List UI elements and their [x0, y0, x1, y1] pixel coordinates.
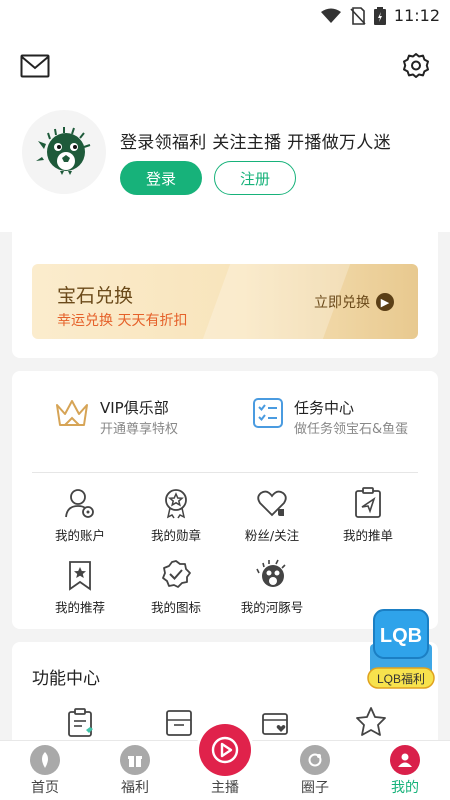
- battery-icon: [373, 6, 386, 25]
- task-center-subtitle: 做任务领宝石&鱼蛋: [294, 422, 409, 437]
- fans-follow-label: 粉丝/关注: [244, 528, 300, 543]
- my-account-label: 我的账户: [54, 528, 105, 543]
- crown-icon: [56, 400, 88, 426]
- exchange-now-button[interactable]: 立即兑换 ▶: [314, 292, 394, 312]
- inbox-icon[interactable]: [164, 708, 194, 738]
- tab-mine[interactable]: 我的: [360, 741, 450, 800]
- tab-mine-label: 我的: [391, 780, 419, 796]
- paper-plane-icon: [355, 487, 381, 518]
- vip-club-entry[interactable]: VIP俱乐部 开通尊享特权: [54, 397, 178, 438]
- home-icon: [30, 745, 60, 775]
- vip-club-title: VIP俱乐部: [100, 399, 169, 417]
- bookmark-star-icon: [69, 561, 91, 591]
- wallet-heart-icon[interactable]: [260, 708, 290, 738]
- tab-live-button[interactable]: [199, 724, 251, 776]
- login-tagline: 登录领福利 关注主播 开播做万人迷: [120, 133, 391, 153]
- clipboard-icon[interactable]: [66, 708, 96, 738]
- gem-exchange-banner[interactable]: 宝石兑换 幸运兑换 天天有折扣 立即兑换 ▶: [32, 264, 418, 339]
- function-center-title: 功能中心: [32, 669, 100, 689]
- login-button[interactable]: 登录: [120, 161, 202, 195]
- my-medal-label: 我的勋章: [150, 528, 201, 543]
- tab-home-label: 首页: [31, 780, 59, 796]
- my-recommend-item[interactable]: 我的推荐: [32, 559, 128, 616]
- pufferfish-icon: [256, 559, 286, 587]
- tab-welfare[interactable]: 福利: [90, 741, 180, 800]
- task-list-icon: [253, 398, 283, 428]
- my-hetun-id-label: 我的河豚号: [240, 600, 304, 615]
- guess-star-icon[interactable]: [354, 706, 388, 738]
- fans-follow-item[interactable]: 粉丝/关注: [224, 487, 320, 544]
- menu-divider: [32, 472, 418, 473]
- avatar[interactable]: [22, 110, 106, 194]
- heart-icon: [257, 490, 287, 517]
- my-push-order-item[interactable]: 我的推单: [320, 487, 416, 544]
- gem-exchange-subtitle: 幸运兑换 天天有折扣: [57, 313, 188, 329]
- gift-icon: [120, 745, 150, 775]
- vip-club-subtitle: 开通尊享特权: [100, 422, 179, 437]
- task-center-title: 任务中心: [294, 399, 355, 417]
- gear-icon[interactable]: [402, 52, 430, 80]
- my-account-item[interactable]: 我的账户: [32, 487, 128, 544]
- account-icon: [65, 489, 94, 518]
- tab-home[interactable]: 首页: [0, 741, 90, 800]
- tab-live-label: 主播: [211, 780, 239, 796]
- task-center-entry[interactable]: 任务中心 做任务领宝石&鱼蛋: [252, 397, 412, 438]
- lqb-badge-text: LQB: [380, 625, 422, 647]
- tab-circle[interactable]: 圈子: [270, 741, 360, 800]
- status-time: 11:12: [393, 6, 440, 25]
- menu-card: VIP俱乐部 开通尊享特权 任务中心 做任务领宝石&鱼蛋 我的账户 我的勋章 粉…: [12, 371, 438, 629]
- my-hetun-id-item[interactable]: 我的河豚号: [224, 559, 320, 616]
- register-button[interactable]: 注册: [214, 161, 296, 195]
- my-recommend-label: 我的推荐: [54, 600, 105, 615]
- tab-circle-label: 圈子: [301, 780, 329, 796]
- mail-icon[interactable]: [20, 54, 50, 78]
- lqb-welfare-badge[interactable]: LQB LQB福利: [364, 608, 438, 690]
- my-icon-item[interactable]: 我的图标: [128, 559, 224, 616]
- medal-icon: [165, 489, 187, 519]
- my-medal-item[interactable]: 我的勋章: [128, 487, 224, 544]
- chevron-right-icon: ▶: [376, 293, 394, 311]
- check-badge-icon: [162, 560, 191, 588]
- pufferfish-avatar-icon: [36, 127, 91, 175]
- tab-welfare-label: 福利: [121, 780, 149, 796]
- lqb-welfare-label: LQB福利: [377, 671, 425, 686]
- play-icon: [211, 736, 239, 764]
- user-icon: [390, 745, 420, 775]
- status-bar: 11:12: [0, 0, 450, 32]
- exchange-now-label: 立即兑换: [314, 295, 370, 311]
- gem-exchange-card: 宝石兑换 幸运兑换 天天有折扣 立即兑换 ▶: [12, 220, 438, 358]
- no-sim-icon: [350, 6, 366, 25]
- lqb-badge-icon: LQB LQB福利: [367, 609, 435, 689]
- status-icons: 11:12: [320, 6, 440, 25]
- wifi-icon: [320, 8, 341, 23]
- my-icon-label: 我的图标: [150, 600, 201, 615]
- gem-exchange-title: 宝石兑换: [57, 285, 134, 307]
- profile-header: 登录领福利 关注主播 开播做万人迷 登录 注册: [0, 32, 450, 232]
- my-push-order-label: 我的推单: [342, 528, 393, 543]
- circle-icon: [300, 745, 330, 775]
